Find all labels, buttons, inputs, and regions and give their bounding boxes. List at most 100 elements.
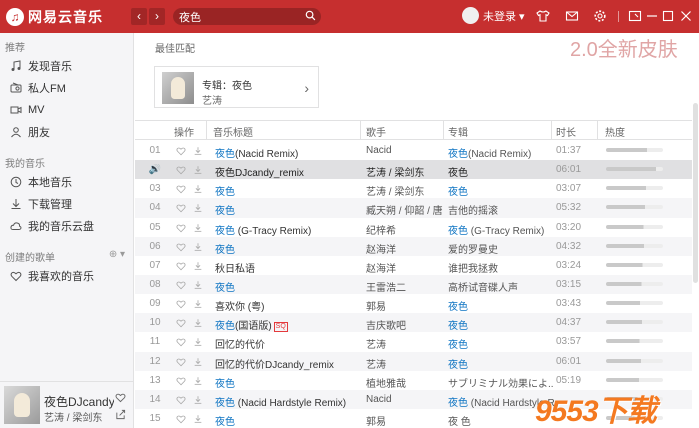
song-row[interactable]: 🔊 夜色DJcandy_remix 艺涛 / 梁剑东 夜色 06:01 [135, 160, 695, 180]
song-title[interactable]: 夜色 [215, 183, 363, 198]
song-artist[interactable]: 纪梓希 [366, 222, 443, 237]
song-album[interactable]: 夜色 [448, 356, 554, 371]
share-icon[interactable] [115, 409, 126, 420]
like-heart-icon[interactable] [176, 395, 186, 405]
song-artist[interactable]: 艺涛 / 梁剑东 [366, 183, 443, 198]
now-playing-panel[interactable]: 夜色DJcandy... 艺涛 / 梁剑东 [0, 381, 134, 428]
song-artist[interactable]: 艺涛 [366, 336, 443, 351]
song-album[interactable]: 吉他的摇滚 [448, 202, 554, 217]
song-row[interactable]: 11 回忆的代价 艺涛 夜色 03:57 [135, 332, 695, 351]
song-album[interactable]: 爱的罗曼史 [448, 241, 554, 256]
back-button[interactable]: ‹ [131, 8, 147, 25]
song-album[interactable]: 夜色 [448, 336, 554, 351]
song-title[interactable]: 喜欢你 (粤) [215, 298, 363, 313]
song-row[interactable]: 01 夜色(Nacid Remix) Nacid 夜色(Nacid Remix) 01:… [135, 141, 695, 160]
song-artist[interactable]: 赵海洋 [366, 260, 443, 275]
song-title[interactable]: 夜色 [215, 202, 363, 217]
song-title[interactable]: 夜色 (G-Tracy Remix) [215, 222, 363, 237]
download-icon[interactable] [193, 261, 203, 271]
now-playing-artist[interactable]: 艺涛 / 梁剑东 [44, 409, 102, 424]
song-title[interactable]: 夜色 [215, 375, 363, 390]
download-icon[interactable] [193, 376, 203, 386]
user-login[interactable]: 未登录 ▾ [462, 7, 525, 24]
close-icon[interactable] [679, 9, 693, 23]
download-icon[interactable] [193, 318, 203, 328]
song-title[interactable]: 夜色DJcandy_remix [215, 164, 363, 179]
download-icon[interactable] [193, 242, 203, 252]
song-album[interactable]: 夜色 [448, 183, 554, 198]
like-heart-icon[interactable] [176, 318, 186, 328]
now-playing-cover[interactable] [4, 386, 40, 424]
like-heart-icon[interactable] [176, 414, 186, 424]
sidebar-item-local-music[interactable]: 本地音乐 [0, 171, 133, 193]
song-artist[interactable]: 郭易 [366, 298, 443, 313]
song-artist[interactable]: 艺涛 [366, 356, 443, 371]
sidebar-item-cloud-drive[interactable]: 我的音乐云盘 [0, 215, 133, 237]
like-heart-icon[interactable] [115, 392, 126, 403]
column-header-artist[interactable]: 歌手 [366, 124, 386, 139]
avatar[interactable] [462, 7, 479, 24]
song-row[interactable]: 06 夜色 赵海洋 爱的罗曼史 04:32 [135, 236, 695, 256]
download-icon[interactable] [193, 357, 203, 367]
song-row[interactable]: 07 秋日私语 赵海洋 谁把我拯救 03:24 [135, 256, 695, 275]
user-login-label[interactable]: 未登录 ▾ [483, 8, 525, 24]
song-row[interactable]: 10 夜色(国语版) SQ 吉庆歌吧 夜色 04:37 [135, 313, 695, 333]
like-heart-icon[interactable] [176, 299, 186, 309]
song-artist[interactable]: 王雷浩二 [366, 279, 443, 294]
song-artist[interactable]: Nacid [366, 145, 443, 156]
settings-gear-icon[interactable] [593, 9, 607, 23]
song-album[interactable]: 谁把我拯救 [448, 260, 554, 275]
song-title[interactable]: 夜色 [215, 413, 363, 428]
song-row[interactable]: 12 回忆的代价DJcandy_remix 艺涛 夜色 06:01 [135, 351, 695, 371]
download-icon[interactable] [193, 165, 203, 175]
sidebar-item-discover-music[interactable]: 发现音乐 [0, 55, 133, 77]
like-heart-icon[interactable] [176, 261, 186, 271]
download-icon[interactable] [193, 299, 203, 309]
like-heart-icon[interactable] [176, 337, 186, 347]
column-header-popularity[interactable]: 热度 [605, 124, 625, 139]
song-album[interactable]: 夜色 [448, 298, 554, 313]
like-heart-icon[interactable] [176, 376, 186, 386]
column-header-title[interactable]: 音乐标题 [213, 124, 253, 139]
sidebar-item-download-manager[interactable]: 下载管理 [0, 193, 133, 215]
song-title[interactable]: 夜色 (Nacid Hardstyle Remix) [215, 394, 363, 409]
song-album[interactable]: 夜色 [448, 317, 554, 332]
sidebar-item-personal-fm[interactable]: 私人FM [0, 77, 133, 99]
app-logo[interactable]: ♫ 网易云音乐 [6, 7, 103, 27]
scrollbar[interactable] [692, 33, 699, 428]
download-icon[interactable] [193, 184, 203, 194]
column-header-duration[interactable]: 时长 [556, 124, 576, 139]
download-icon[interactable] [193, 146, 203, 156]
song-title[interactable]: 夜色 [215, 241, 363, 256]
mini-mode-icon[interactable] [628, 9, 642, 23]
add-playlist-button[interactable]: ⊕ ▾ [109, 249, 125, 260]
sidebar-item-mv[interactable]: MV [0, 99, 133, 121]
song-artist[interactable]: 赵海洋 [366, 241, 443, 256]
best-match-album-card[interactable]: 专辑：夜色 艺涛 › [154, 66, 319, 108]
forward-button[interactable]: › [149, 8, 165, 25]
song-artist[interactable]: 植地雅哉 [366, 375, 443, 390]
like-heart-icon[interactable] [176, 184, 186, 194]
song-artist[interactable]: 艺涛 / 梁剑东 [366, 164, 443, 179]
song-artist[interactable]: 郭易 [366, 413, 443, 428]
mail-icon[interactable] [565, 9, 579, 23]
song-row[interactable]: 08 夜色 王雷浩二 高桥试音碟人声 03:15 [135, 274, 695, 295]
song-row[interactable]: 09 喜欢你 (粤) 郭易 夜色 03:43 [135, 294, 695, 313]
now-playing-title[interactable]: 夜色DJcandy... [44, 393, 114, 410]
song-artist[interactable]: Nacid [366, 394, 443, 405]
song-album[interactable]: 高桥试音碟人声 [448, 279, 554, 294]
like-heart-icon[interactable] [176, 357, 186, 367]
scrollbar-thumb[interactable] [693, 103, 698, 283]
chevron-right-icon[interactable]: › [304, 80, 309, 96]
song-album[interactable]: 夜色(Nacid Remix) [448, 145, 554, 160]
song-row[interactable]: 04 夜色 臧天朔 / 仰韶 / 唐... 吉他的摇滚 05:32 [135, 198, 695, 218]
like-heart-icon[interactable] [176, 203, 186, 213]
like-heart-icon[interactable] [176, 165, 186, 175]
song-title[interactable]: 回忆的代价 [215, 336, 363, 351]
song-artist[interactable]: 臧天朔 / 仰韶 / 唐... [366, 202, 443, 217]
skin-shirt-icon[interactable] [536, 9, 550, 23]
search-input[interactable] [179, 9, 301, 24]
download-icon[interactable] [193, 395, 203, 405]
song-row[interactable]: 05 夜色 (G-Tracy Remix) 纪梓希 夜色 (G-Tracy Remix… [135, 218, 695, 237]
download-icon[interactable] [193, 223, 203, 233]
